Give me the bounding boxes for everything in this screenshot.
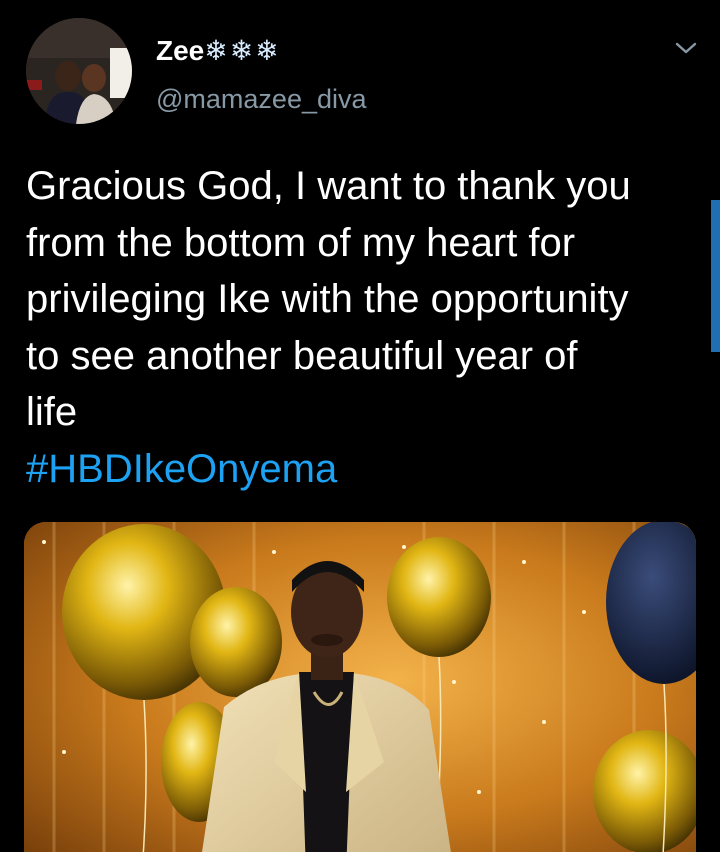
tweet-text-line: to see another beautiful year of bbox=[26, 333, 578, 378]
tweet-photo[interactable] bbox=[24, 522, 696, 852]
tweet-text: Gracious God, I want to thank you from t… bbox=[26, 158, 706, 497]
username[interactable]: @mamazee_diva bbox=[156, 84, 367, 115]
tweet-text-line: privileging Ike with the opportunity bbox=[26, 277, 629, 321]
display-name[interactable]: Zee❄❄❄ bbox=[156, 34, 281, 67]
snowflake-emoji-icon: ❄❄❄ bbox=[204, 35, 281, 66]
scrollbar[interactable] bbox=[711, 200, 720, 352]
tweet-text-line: life bbox=[26, 390, 78, 434]
tweet-text-line: from the bottom of my heart for bbox=[26, 220, 576, 265]
photo-image bbox=[24, 522, 696, 852]
hashtag-link[interactable]: #HBDIkeOnyema bbox=[26, 441, 706, 498]
tweet: Zee❄❄❄ @mamazee_diva Gracious God, I wan… bbox=[0, 0, 720, 852]
display-name-text: Zee bbox=[156, 35, 205, 66]
avatar[interactable] bbox=[26, 18, 132, 124]
chevron-down-icon[interactable] bbox=[672, 36, 700, 60]
avatar-image bbox=[26, 18, 132, 124]
tweet-text-line: Gracious God, I want to thank you bbox=[26, 164, 631, 208]
